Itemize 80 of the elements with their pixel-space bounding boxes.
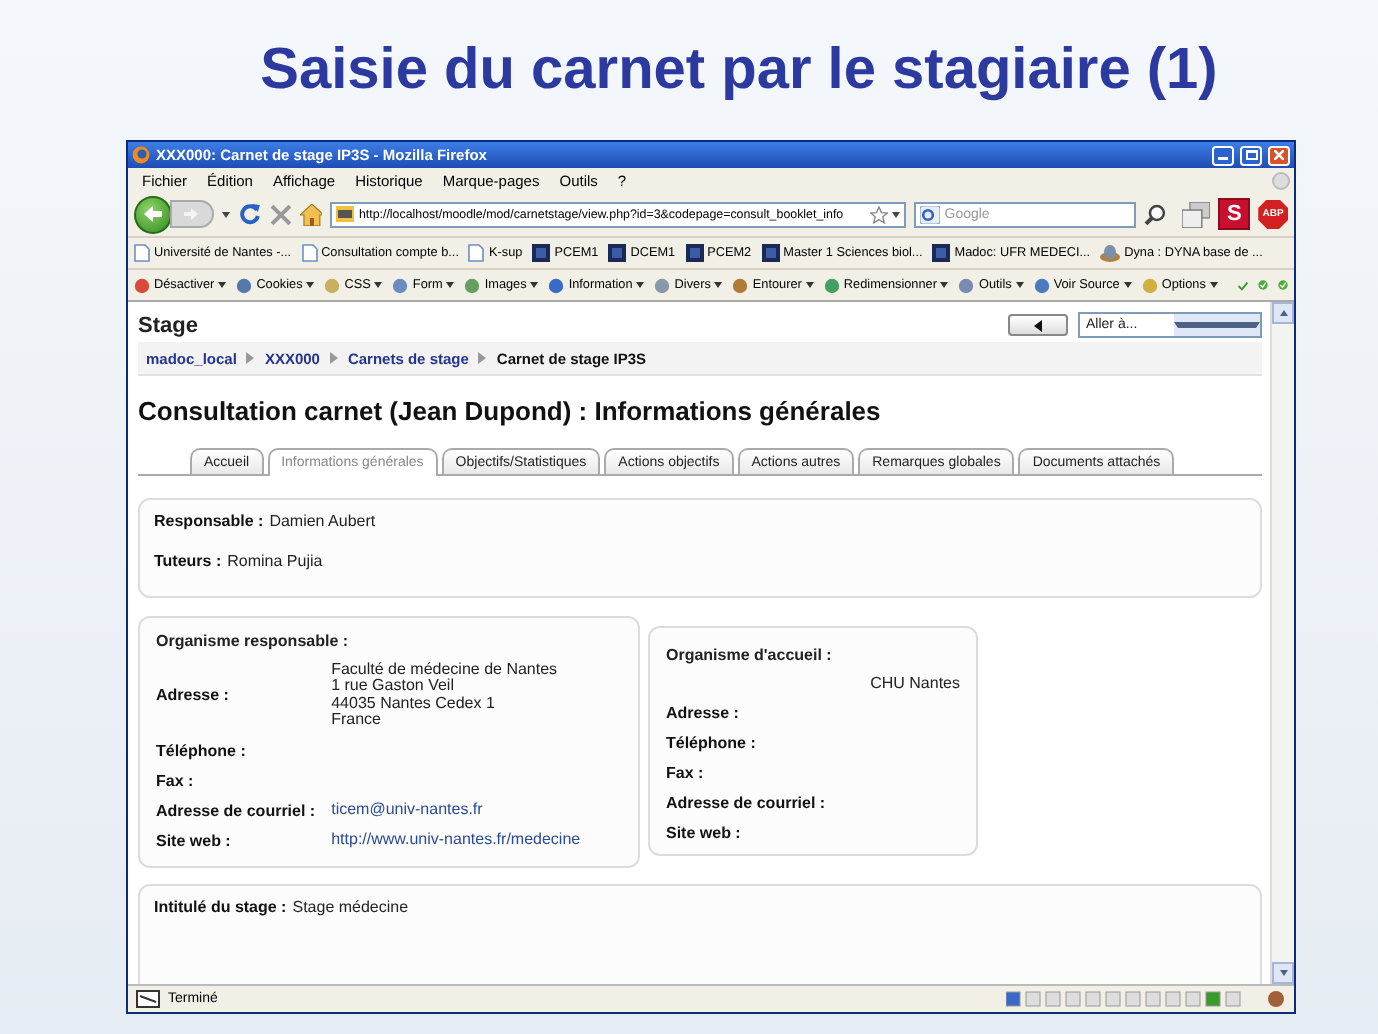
home-icon[interactable] bbox=[299, 203, 323, 225]
link[interactable]: ticem@univ-nantes.fr bbox=[331, 801, 622, 819]
back-button[interactable] bbox=[134, 195, 172, 233]
maximize-button[interactable] bbox=[1240, 145, 1262, 165]
address-line: CHU Nantes bbox=[870, 676, 960, 693]
stop-icon[interactable] bbox=[269, 203, 292, 225]
separator-icon bbox=[329, 352, 338, 364]
circle-icon bbox=[324, 277, 341, 293]
field-value: Damien Aubert bbox=[269, 512, 376, 530]
throbber-icon bbox=[1272, 171, 1290, 189]
separator-icon bbox=[478, 352, 487, 364]
status-icon bbox=[136, 990, 160, 1008]
extension-button[interactable]: S bbox=[1218, 198, 1251, 230]
circle-icon bbox=[1033, 277, 1050, 293]
circle-icon bbox=[464, 277, 481, 293]
field-label: Téléphone : bbox=[666, 734, 758, 752]
page-icon bbox=[301, 244, 318, 262]
scrollbar[interactable] bbox=[1270, 302, 1294, 984]
scroll-up-icon bbox=[1279, 310, 1287, 316]
search-icon[interactable] bbox=[1144, 203, 1167, 225]
triangle-left-icon bbox=[1034, 319, 1042, 331]
circle-icon bbox=[548, 277, 565, 293]
circle-icon bbox=[732, 277, 749, 293]
circle-icon bbox=[134, 277, 150, 293]
address-line: 44035 Nantes Cedex 1 bbox=[331, 695, 497, 713]
maximize-icon bbox=[1245, 150, 1257, 160]
slide-title: Saisie du carnet par le stagiaire (1) bbox=[260, 37, 1218, 103]
star-icon[interactable] bbox=[870, 205, 889, 223]
field-label: Site web : bbox=[156, 831, 233, 850]
square-icon bbox=[532, 244, 551, 262]
field-label: Adresse de courriel : bbox=[156, 801, 316, 820]
link[interactable]: http://www.univ-nantes.fr/medecine bbox=[331, 831, 622, 849]
checkmark-icon bbox=[1237, 277, 1248, 293]
page-heading: Stage bbox=[138, 313, 200, 337]
previous-button[interactable] bbox=[1008, 314, 1068, 336]
site-icon bbox=[336, 206, 355, 222]
circle-icon bbox=[823, 277, 840, 293]
arrow-left-icon bbox=[143, 206, 162, 222]
circle-icon bbox=[1141, 277, 1158, 293]
circle-icon bbox=[958, 277, 975, 293]
field-label: Fax : bbox=[156, 771, 196, 790]
square-icon bbox=[761, 244, 780, 262]
search-engine-icon bbox=[920, 205, 941, 223]
field-label: Tuteurs : bbox=[154, 552, 222, 570]
minimize-button[interactable] bbox=[1212, 145, 1234, 165]
close-icon bbox=[1274, 150, 1284, 160]
field-label: Adresse de courriel : bbox=[666, 794, 826, 812]
hat-icon bbox=[1100, 244, 1121, 262]
field-label: Intitulé du stage : bbox=[154, 897, 287, 916]
field-label: Adresse : bbox=[666, 702, 741, 722]
field-label: Téléphone : bbox=[156, 741, 248, 760]
circle-icon bbox=[654, 277, 671, 293]
field-label: Responsable : bbox=[154, 512, 264, 530]
page-icon bbox=[134, 244, 150, 262]
scroll-down-icon bbox=[1279, 970, 1287, 976]
address-line: 1 rue Gaston Veil bbox=[331, 678, 456, 696]
field-label: Adresse : bbox=[156, 684, 231, 709]
globe-icon bbox=[132, 146, 150, 164]
reload-icon[interactable] bbox=[237, 202, 262, 226]
check-circle-icon bbox=[1277, 276, 1288, 294]
separator-icon bbox=[246, 352, 255, 364]
close-button[interactable] bbox=[1268, 145, 1290, 165]
circle-icon bbox=[236, 277, 253, 293]
page-title: Consultation carnet (Jean Dupond) : Informations générales bbox=[138, 396, 883, 426]
square-icon bbox=[932, 244, 951, 262]
field-value: Stage médecine bbox=[292, 897, 409, 916]
field-value: Romina Pujia bbox=[227, 552, 323, 570]
field-label: Site web : bbox=[666, 824, 743, 842]
check-circle-icon bbox=[1257, 276, 1268, 294]
section-heading: Organisme d'accueil : bbox=[666, 646, 834, 664]
page-icon bbox=[468, 244, 485, 262]
windows-icon[interactable] bbox=[1182, 201, 1211, 227]
address-line: France bbox=[331, 712, 383, 730]
section-heading: Organisme responsable : bbox=[156, 632, 351, 650]
circle-icon bbox=[392, 277, 409, 293]
square-icon bbox=[608, 244, 627, 262]
field-label: Fax : bbox=[666, 764, 706, 782]
square-icon bbox=[685, 244, 704, 262]
address-line: Faculté de médecine de Nantes bbox=[331, 662, 560, 678]
arrow-right-icon bbox=[184, 208, 199, 220]
